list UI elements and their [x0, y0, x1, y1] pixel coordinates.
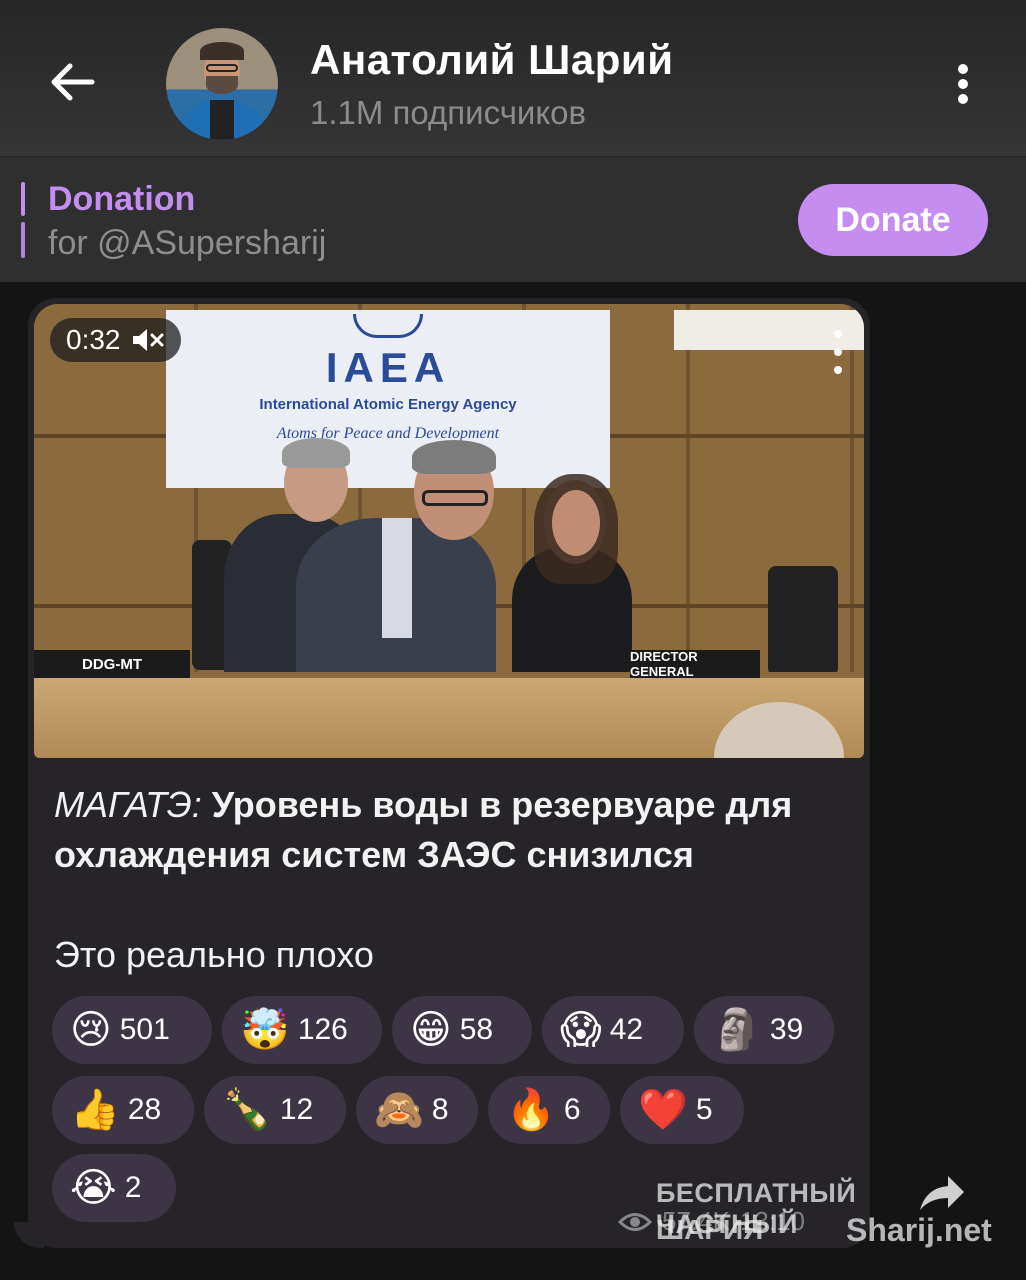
arrow-left-icon [51, 63, 95, 101]
reaction-emoji: ❤️ [638, 1088, 688, 1132]
reaction-count: 501 [119, 1013, 170, 1046]
pin-indicator [21, 222, 25, 258]
reaction-count: 28 [127, 1093, 162, 1126]
channel-title[interactable]: Анатолий Шарий [310, 36, 674, 84]
video-duration-badge[interactable]: 0:32 [50, 318, 181, 362]
reaction-count: 5 [695, 1093, 713, 1126]
reaction-chip[interactable]: 😢 501 [52, 996, 212, 1064]
reaction-chip[interactable]: 😭 2 [52, 1154, 176, 1222]
reaction-count: 6 [563, 1093, 581, 1126]
message-text: МАГАТЭ: Уровень воды в резервуаре для ох… [54, 780, 854, 975]
reaction-count: 126 [297, 1013, 348, 1046]
reaction-chip[interactable]: 🙈 8 [356, 1076, 478, 1144]
reaction-emoji: 👍 [70, 1088, 120, 1132]
nameplate-right: DIRECTOR GENERAL [630, 649, 760, 679]
reaction-emoji: 🗿 [712, 1008, 762, 1052]
channel-avatar[interactable] [166, 28, 278, 140]
reaction-chip[interactable]: 😱 42 [542, 996, 684, 1064]
reaction-emoji: 🍾 [222, 1088, 272, 1132]
message-source: МАГАТЭ: [54, 784, 202, 825]
video-menu-icon[interactable] [830, 330, 846, 374]
pinned-title: Donation [48, 180, 196, 218]
reaction-emoji: 😭 [70, 1166, 117, 1210]
back-button[interactable] [40, 50, 104, 114]
watermark-line3: Sharij.net [846, 1212, 992, 1248]
watermark-line2: ШАРИЯ [656, 1214, 764, 1245]
banner-acronym: IAEA [325, 344, 451, 391]
pinned-text: for @ASupersharij [48, 224, 327, 262]
reaction-count: 42 [609, 1013, 644, 1046]
reaction-count: 8 [431, 1093, 449, 1126]
pin-indicator [21, 182, 25, 216]
video-player[interactable]: IAEA International Atomic Energy Agency … [34, 304, 864, 758]
reaction-emoji: 😁 [410, 1008, 452, 1052]
video-duration: 0:32 [66, 324, 121, 355]
message-bubble: IAEA International Atomic Energy Agency … [28, 298, 870, 1248]
reaction-count: 2 [124, 1171, 142, 1204]
donate-button[interactable]: Donate [798, 184, 988, 256]
reaction-emoji: 😢 [70, 1008, 112, 1052]
banner-name: International Atomic Energy Agency [259, 396, 517, 413]
speaker-muted-icon [132, 329, 163, 351]
watermark: БЕСПЛАТНЫЙ ЧАСТНЫЙ ШАРИЯ Sharij.net [656, 1178, 1006, 1252]
reaction-emoji: 🤯 [240, 1008, 290, 1052]
reaction-chip[interactable]: 👍 28 [52, 1076, 194, 1144]
nameplate-left: DDG-MT [34, 650, 190, 678]
reaction-chip[interactable]: 🔥 6 [488, 1076, 610, 1144]
reaction-count: 39 [769, 1013, 804, 1046]
un-emblem-icon [353, 314, 423, 338]
subscriber-count: 1.1M подписчиков [310, 94, 587, 131]
reaction-emoji: 😱 [560, 1008, 602, 1052]
channel-header: Анатолий Шарий 1.1M подписчиков [0, 0, 1026, 158]
pinned-message-bar[interactable]: Donation for @ASupersharij Donate [0, 158, 1026, 282]
reaction-chip[interactable]: 🤯 126 [222, 996, 382, 1064]
reaction-count: 12 [279, 1093, 314, 1126]
reaction-count: 58 [459, 1013, 494, 1046]
eye-icon [618, 1212, 652, 1231]
reaction-emoji: 🙈 [374, 1088, 424, 1132]
reaction-chip[interactable]: ❤️ 5 [620, 1076, 744, 1144]
message-comment: Это реально плохо [54, 934, 374, 975]
reaction-chip[interactable]: 🗿 39 [694, 996, 834, 1064]
reaction-chip[interactable]: 😁 58 [392, 996, 532, 1064]
reaction-emoji: 🔥 [506, 1088, 556, 1132]
reaction-chip[interactable]: 🍾 12 [204, 1076, 346, 1144]
more-vertical-icon[interactable] [940, 56, 986, 112]
iaea-banner: IAEA International Atomic Energy Agency … [166, 310, 610, 488]
